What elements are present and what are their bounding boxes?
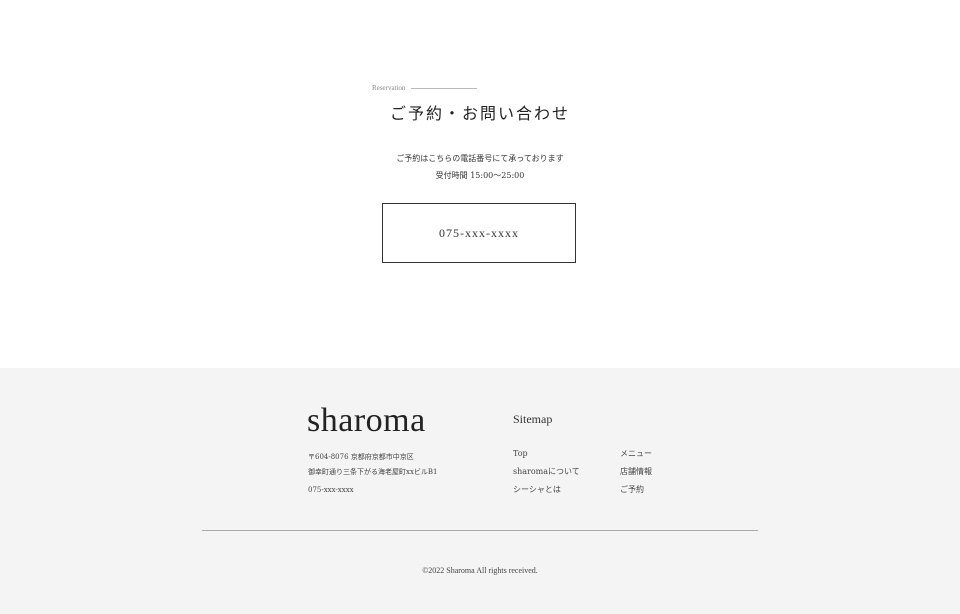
phone-call-button[interactable]: 075-xxx-xxxx [382, 203, 576, 263]
sitemap-link-store-info[interactable]: 店舗情報 [620, 463, 652, 481]
footer-brand-logo[interactable]: sharoma [307, 402, 426, 440]
sitemap-link-shisha[interactable]: シーシャとは [513, 481, 580, 499]
sitemap-link-reservation[interactable]: ご予約 [620, 481, 652, 499]
address-line1: 〒604-8076 京都府京都市中京区 [308, 453, 414, 461]
sitemap-link-about[interactable]: sharomaについて [513, 463, 580, 481]
reservation-description: ご予約はこちらの電話番号にて承っております 受付時間 15:00～25:00 [0, 150, 960, 184]
sitemap-title: Sitemap [513, 412, 553, 426]
reservation-title: ご予約・お問い合わせ [389, 104, 570, 123]
sitemap-link-menu[interactable]: メニュー [620, 445, 652, 463]
sitemap-column-1: Top sharomaについて シーシャとは [513, 445, 580, 499]
reservation-description-line1: ご予約はこちらの電話番号にて承っております [396, 154, 564, 163]
sitemap-link-top[interactable]: Top [513, 445, 580, 463]
copyright: ©2022 Sharoma All rights received. [422, 566, 538, 575]
reservation-hours: 受付時間 15:00～25:00 [435, 171, 525, 180]
address-line2: 御幸町通り三条下がる海老屋町xxビルB1 [308, 468, 438, 476]
footer-phone[interactable]: 075-xxx-xxxx [308, 483, 438, 498]
footer-address: 〒604-8076 京都府京都市中京区 御幸町通り三条下がる海老屋町xxビルB1… [308, 450, 438, 498]
page: Reservation ご予約・お問い合わせ ご予約はこちらの電話番号にて承って… [0, 0, 960, 614]
reservation-eyebrow-label: Reservation [372, 84, 406, 92]
footer-divider [202, 530, 758, 531]
reservation-section: Reservation ご予約・お問い合わせ ご予約はこちらの電話番号にて承って… [0, 0, 960, 368]
sitemap-column-2: メニュー 店舗情報 ご予約 [620, 445, 652, 499]
footer: sharoma 〒604-8076 京都府京都市中京区 御幸町通り三条下がる海老… [0, 368, 960, 614]
reservation-eyebrow: Reservation [372, 84, 478, 92]
eyebrow-divider [411, 87, 478, 89]
